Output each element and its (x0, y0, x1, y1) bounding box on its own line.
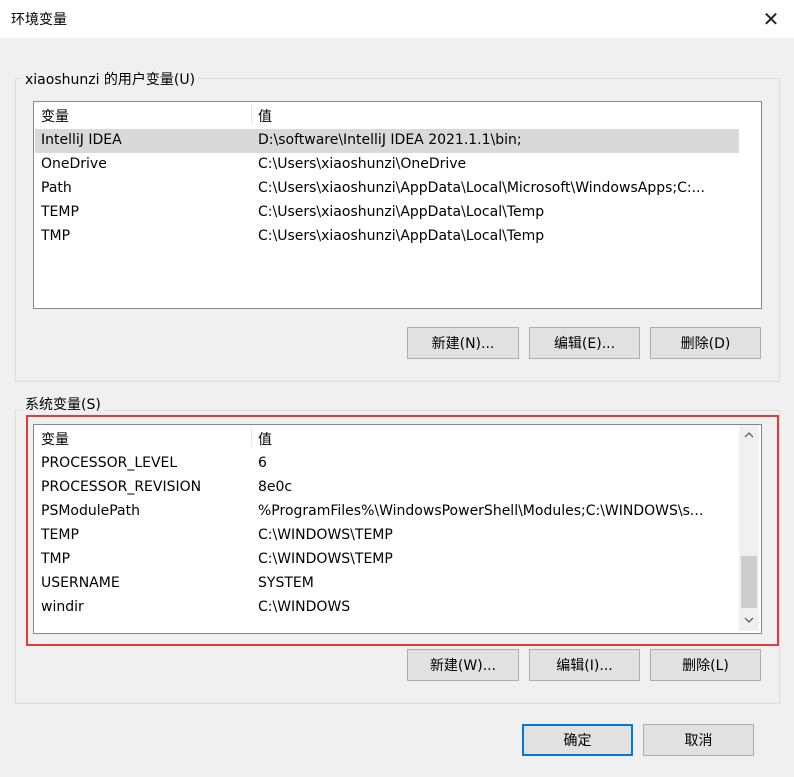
system-delete-button[interactable]: 删除(L) (650, 649, 761, 681)
variable-name: IntelliJ IDEA (41, 132, 122, 148)
user-edit-button[interactable]: 编辑(E)... (529, 327, 640, 359)
user-new-button[interactable]: 新建(N)... (407, 327, 519, 359)
variable-name: TMP (41, 228, 71, 244)
column-header-variable[interactable]: 变量 (41, 106, 69, 126)
variable-value: C:\Users\xiaoshunzi\AppData\Local\Temp (258, 228, 545, 244)
close-icon: ✕ (762, 7, 780, 31)
cancel-button[interactable]: 取消 (643, 724, 754, 756)
variable-name: TEMP (41, 204, 79, 220)
list-row[interactable]: TEMP C:\Users\xiaoshunzi\AppData\Local\T… (35, 201, 739, 225)
list-row[interactable]: Path C:\Users\xiaoshunzi\AppData\Local\M… (35, 177, 739, 201)
variable-name: OneDrive (41, 156, 107, 172)
window-title: 环境变量 (11, 12, 67, 28)
ok-button[interactable]: 确定 (522, 724, 633, 756)
user-variables-label: xiaoshunzi 的用户变量(U) (22, 69, 199, 89)
variable-name: Path (41, 180, 72, 196)
user-variables-list[interactable]: 变量 值 IntelliJ IDEA D:\software\IntelliJ … (33, 101, 762, 309)
red-annotation-box (26, 415, 779, 646)
system-edit-button[interactable]: 编辑(I)... (529, 649, 640, 681)
close-button[interactable]: ✕ (748, 0, 794, 38)
list-row[interactable]: TMP C:\Users\xiaoshunzi\AppData\Local\Te… (35, 225, 739, 249)
variable-value: C:\Users\xiaoshunzi\AppData\Local\Temp (258, 204, 545, 220)
variable-value: C:\Users\xiaoshunzi\OneDrive (258, 156, 467, 172)
list-row[interactable]: OneDrive C:\Users\xiaoshunzi\OneDrive (35, 153, 739, 177)
environment-variables-dialog: 环境变量 ✕ xiaoshunzi 的用户变量(U) 变量 值 IntelliJ… (0, 0, 794, 777)
system-variables-label: 系统变量(S) (22, 394, 104, 414)
column-header-value[interactable]: 值 (258, 106, 272, 126)
list-header: 变量 值 (34, 102, 761, 128)
user-delete-button[interactable]: 删除(D) (650, 327, 761, 359)
system-new-button[interactable]: 新建(W)... (407, 649, 519, 681)
title-bar: 环境变量 ✕ (0, 0, 794, 38)
list-row[interactable]: IntelliJ IDEA D:\software\IntelliJ IDEA … (35, 129, 739, 153)
column-separator[interactable] (251, 104, 252, 124)
variable-value: D:\software\IntelliJ IDEA 2021.1.1\bin; (258, 132, 522, 148)
variable-value: C:\Users\xiaoshunzi\AppData\Local\Micros… (258, 180, 705, 196)
